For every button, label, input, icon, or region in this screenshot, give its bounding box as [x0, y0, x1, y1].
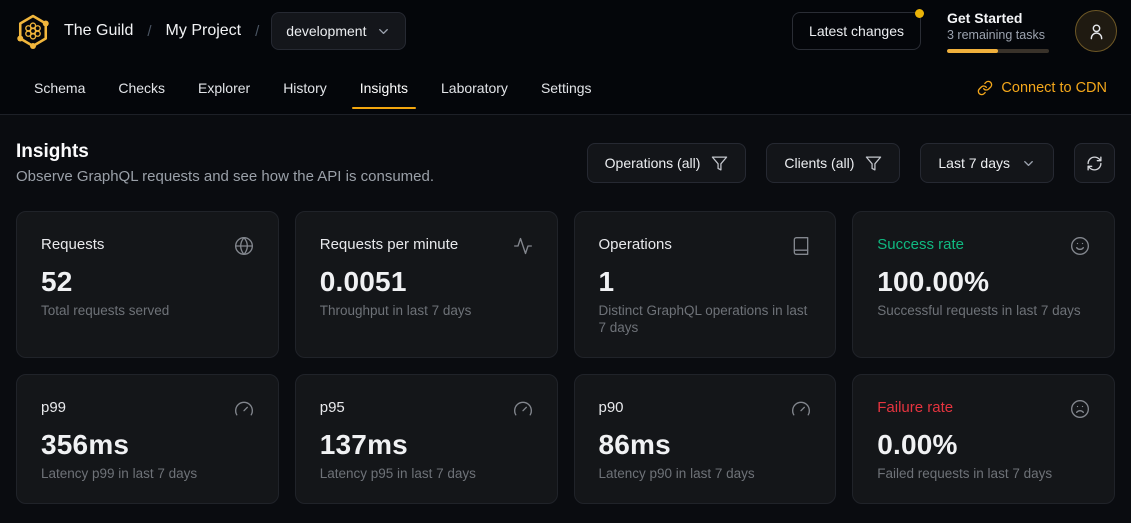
activity-icon [513, 236, 533, 256]
stat-card-requests-per-minute: Requests per minute 0.0051 Throughput in… [295, 211, 558, 358]
gauge-icon [234, 399, 254, 419]
get-started-widget[interactable]: Get Started 3 remaining tasks [947, 9, 1049, 53]
card-value: 100.00% [877, 266, 1090, 298]
period-select-value: Last 7 days [938, 155, 1010, 171]
breadcrumb-separator: / [255, 23, 259, 40]
tab-schema[interactable]: Schema [24, 62, 95, 114]
card-subtitle: Latency p95 in last 7 days [320, 466, 533, 483]
stats-grid-row-2: p99 356ms Latency p99 in last 7 days p95 [16, 374, 1115, 504]
notification-dot [915, 9, 924, 18]
card-title: Requests [41, 236, 104, 253]
header-right-cluster: Latest changes Get Started 3 remaining t… [792, 9, 1117, 53]
card-subtitle: Throughput in last 7 days [320, 303, 533, 320]
top-chrome: The Guild / My Project / development Lat… [0, 0, 1131, 115]
refresh-icon [1086, 155, 1103, 172]
filter-icon [711, 155, 728, 172]
book-icon [791, 236, 811, 256]
connect-to-cdn-label: Connect to CDN [1001, 80, 1107, 96]
user-icon [1087, 22, 1106, 41]
refresh-button[interactable] [1074, 143, 1115, 183]
insights-section: Insights Observe GraphQL requests and se… [0, 115, 1131, 504]
card-title: Operations [599, 236, 672, 253]
guild-hive-logo-icon[interactable] [14, 12, 52, 50]
tab-settings[interactable]: Settings [531, 62, 602, 114]
breadcrumb-org-link[interactable]: The Guild [64, 22, 133, 40]
get-started-progressbar [947, 49, 1049, 53]
card-title: Failure rate [877, 399, 953, 416]
latest-changes-label: Latest changes [809, 23, 904, 39]
chevron-down-icon [1021, 156, 1036, 171]
card-title: p99 [41, 399, 66, 416]
tab-insights[interactable]: Insights [350, 62, 418, 114]
insights-title-block: Insights Observe GraphQL requests and se… [16, 141, 434, 185]
tab-laboratory[interactable]: Laboratory [431, 62, 518, 114]
app-header: The Guild / My Project / development Lat… [0, 0, 1131, 62]
card-value: 356ms [41, 429, 254, 461]
clients-filter-label: Clients (all) [784, 155, 854, 171]
connect-to-cdn-link[interactable]: Connect to CDN [977, 80, 1107, 96]
breadcrumb-project-link[interactable]: My Project [166, 22, 242, 40]
card-value: 137ms [320, 429, 533, 461]
project-nav: Schema Checks Explorer History Insights … [0, 62, 1131, 114]
get-started-progress-fill [947, 49, 998, 53]
card-title: Success rate [877, 236, 964, 253]
frown-icon [1070, 399, 1090, 419]
stat-card-operations: Operations 1 Distinct GraphQL operations… [574, 211, 837, 358]
target-select-dropdown[interactable]: development [271, 12, 406, 50]
card-value: 1 [599, 266, 812, 298]
stat-card-success-rate: Success rate 100.00% Successful requests… [852, 211, 1115, 358]
link-icon [977, 80, 993, 96]
page-title: Insights [16, 141, 434, 163]
filter-icon [865, 155, 882, 172]
card-subtitle: Latency p90 in last 7 days [599, 466, 812, 483]
period-select-dropdown[interactable]: Last 7 days [920, 143, 1054, 183]
tab-checks[interactable]: Checks [108, 62, 175, 114]
chevron-down-icon [376, 24, 391, 39]
tab-explorer[interactable]: Explorer [188, 62, 260, 114]
gauge-icon [513, 399, 533, 419]
breadcrumb: The Guild / My Project / [64, 22, 259, 40]
stat-card-failure-rate: Failure rate 0.00% Failed requests in la… [852, 374, 1115, 504]
card-subtitle: Distinct GraphQL operations in last 7 da… [599, 303, 812, 337]
latest-changes-button[interactable]: Latest changes [792, 12, 921, 50]
user-menu-button[interactable] [1075, 10, 1117, 52]
stat-card-p90: p90 86ms Latency p90 in last 7 days [574, 374, 837, 504]
card-subtitle: Total requests served [41, 303, 254, 320]
insights-filters: Operations (all) Clients (all) Last 7 da… [587, 143, 1115, 183]
card-title: p90 [599, 399, 624, 416]
card-value: 52 [41, 266, 254, 298]
card-subtitle: Successful requests in last 7 days [877, 303, 1090, 320]
operations-filter-label: Operations (all) [605, 155, 701, 171]
card-value: 86ms [599, 429, 812, 461]
stat-card-p95: p95 137ms Latency p95 in last 7 days [295, 374, 558, 504]
card-title: Requests per minute [320, 236, 458, 253]
gauge-icon [791, 399, 811, 419]
operations-filter-button[interactable]: Operations (all) [587, 143, 747, 183]
project-tabs: Schema Checks Explorer History Insights … [24, 62, 602, 114]
clients-filter-button[interactable]: Clients (all) [766, 143, 900, 183]
insights-header: Insights Observe GraphQL requests and se… [16, 141, 1115, 185]
globe-icon [234, 236, 254, 256]
card-value: 0.00% [877, 429, 1090, 461]
target-select-value: development [286, 23, 366, 39]
card-title: p95 [320, 399, 345, 416]
stats-grid-row-1: Requests 52 Total requests served Reques… [16, 211, 1115, 358]
smile-icon [1070, 236, 1090, 256]
stat-card-p99: p99 356ms Latency p99 in last 7 days [16, 374, 279, 504]
stat-card-requests: Requests 52 Total requests served [16, 211, 279, 358]
card-value: 0.0051 [320, 266, 533, 298]
card-subtitle: Failed requests in last 7 days [877, 466, 1090, 483]
tab-history[interactable]: History [273, 62, 337, 114]
page-description: Observe GraphQL requests and see how the… [16, 168, 434, 185]
card-subtitle: Latency p99 in last 7 days [41, 466, 254, 483]
get-started-subtitle: 3 remaining tasks [947, 27, 1049, 43]
get-started-title: Get Started [947, 9, 1049, 27]
breadcrumb-separator: / [147, 23, 151, 40]
